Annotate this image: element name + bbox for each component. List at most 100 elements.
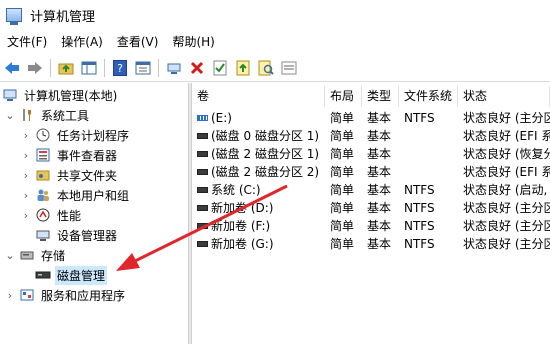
cell-layout: 简单 bbox=[325, 163, 362, 181]
chevron-right-icon[interactable]: › bbox=[20, 149, 32, 162]
tree-item-local-users[interactable]: › 本地用户和组 bbox=[20, 185, 131, 205]
cell-volume: 系统 (C:) bbox=[192, 181, 325, 199]
toolbar-separator bbox=[50, 58, 51, 77]
table-row[interactable]: 新加卷 (G:) 简单 基本 NTFS 状态良好 (主分区 bbox=[192, 235, 550, 253]
cell-status-text: 状态良好 (主分区 bbox=[463, 219, 550, 233]
connect-icon[interactable] bbox=[164, 58, 184, 78]
cell-filesystem bbox=[399, 163, 458, 181]
tree-item-performance[interactable]: › 性能 bbox=[20, 205, 83, 225]
chevron-down-icon[interactable]: ⌄ bbox=[4, 109, 16, 122]
menu-help[interactable]: 帮助(H) bbox=[165, 30, 221, 54]
disk-icon bbox=[197, 132, 208, 139]
tree-item-task-scheduler[interactable]: › 任务计划程序 bbox=[20, 125, 131, 145]
tree-item-disk-management[interactable]: 磁盘管理 bbox=[32, 265, 108, 285]
table-row[interactable]: (磁盘 0 磁盘分区 1) 简单 基本 状态良好 (EFI 系 bbox=[192, 127, 550, 145]
chevron-down-icon[interactable]: ⌄ bbox=[4, 249, 16, 262]
menu-view[interactable]: 查看(V) bbox=[110, 30, 166, 54]
tree-item-services-apps[interactable]: › 服务和应用程序 bbox=[4, 285, 127, 305]
cell-layout-text: 简单 bbox=[330, 147, 355, 161]
back-icon[interactable] bbox=[2, 58, 22, 78]
cell-status-text: 状态良好 (主分区 bbox=[463, 201, 550, 215]
properties-icon[interactable] bbox=[133, 58, 153, 78]
cell-volume: (磁盘 2 磁盘分区 1) bbox=[192, 145, 325, 163]
cell-status: 状态良好 (主分区) bbox=[458, 109, 550, 127]
import-icon[interactable] bbox=[233, 58, 253, 78]
column-header-filesystem[interactable]: 文件系统 bbox=[399, 86, 458, 107]
cell-status: 状态良好 (EFI 系 bbox=[458, 127, 550, 145]
cell-filesystem-text: NTFS bbox=[404, 183, 435, 197]
disk-icon bbox=[197, 168, 208, 175]
services-icon bbox=[19, 287, 35, 303]
table-row[interactable]: 新加卷 (F:) 简单 基本 NTFS 状态良好 (主分区 bbox=[192, 217, 550, 235]
column-header-layout[interactable]: 布局 bbox=[325, 86, 362, 107]
tree-item-shared-folders[interactable]: › 共享文件夹 bbox=[20, 165, 119, 185]
table-row[interactable]: (磁盘 2 磁盘分区 1) 简单 基本 状态良好 (恢复分 bbox=[192, 145, 550, 163]
tree-label-root: 计算机管理(本地) bbox=[24, 88, 118, 103]
cell-volume-text: (磁盘 2 磁盘分区 2) bbox=[211, 165, 320, 179]
performance-icon bbox=[35, 207, 51, 223]
cell-layout-text: 简单 bbox=[330, 129, 355, 143]
help-icon[interactable]: ? bbox=[110, 58, 130, 78]
tools-icon bbox=[19, 107, 35, 123]
cell-status-text: 状态良好 (启动, 页 bbox=[463, 183, 550, 197]
tree-item-event-viewer[interactable]: › 事件查看器 bbox=[20, 145, 119, 165]
tree-label-event-viewer: 事件查看器 bbox=[57, 148, 118, 163]
cell-type: 基本 bbox=[362, 145, 399, 163]
chevron-right-icon[interactable]: › bbox=[20, 169, 32, 182]
toolbar: ? bbox=[0, 54, 550, 82]
cell-layout: 简单 bbox=[325, 109, 362, 127]
show-tree-icon[interactable] bbox=[79, 58, 99, 78]
menu-bar: 文件(F) 操作(A) 查看(V) 帮助(H) bbox=[0, 30, 550, 54]
view-icon[interactable] bbox=[279, 58, 299, 78]
table-row[interactable]: 新加卷 (D:) 简单 基本 NTFS 状态良好 (主分区 bbox=[192, 199, 550, 217]
chevron-right-icon[interactable]: › bbox=[20, 209, 32, 222]
table-row[interactable]: (E:) 简单基本 NTFS 状态良好 (主分区) bbox=[192, 109, 550, 127]
tree-label-storage: 存储 bbox=[41, 248, 66, 263]
cell-layout-text: 简单 bbox=[330, 237, 355, 251]
cell-layout-text: 简单 bbox=[330, 183, 355, 197]
menu-action[interactable]: 操作(A) bbox=[54, 30, 110, 54]
cell-filesystem: NTFS bbox=[399, 181, 458, 199]
table-row[interactable]: (磁盘 2 磁盘分区 2) 简单 基本 状态良好 (EFI 系 bbox=[192, 163, 550, 181]
column-header-type[interactable]: 类型 bbox=[362, 86, 399, 107]
search-icon[interactable] bbox=[256, 58, 276, 78]
chevron-right-icon[interactable]: › bbox=[20, 129, 32, 142]
menu-file[interactable]: 文件(F) bbox=[0, 30, 54, 54]
cell-layout-text: 简单 bbox=[330, 111, 355, 125]
cell-type-text: 基本 bbox=[367, 219, 392, 233]
tree-item-root[interactable]: 计算机管理(本地) bbox=[2, 85, 119, 105]
up-folder-icon[interactable] bbox=[56, 58, 76, 78]
cell-status-text: 状态良好 (EFI 系 bbox=[463, 165, 550, 179]
tree-item-device-manager[interactable]: 设备管理器 bbox=[32, 225, 119, 245]
tree-label-shared-folders: 共享文件夹 bbox=[57, 168, 118, 183]
tree-label-device-manager: 设备管理器 bbox=[57, 228, 118, 243]
toolbar-separator bbox=[158, 58, 159, 77]
cell-status: 状态良好 (EFI 系 bbox=[458, 163, 550, 181]
cell-type-text: 基本 bbox=[367, 165, 392, 179]
cell-status: 状态良好 (启动, 页 bbox=[458, 181, 550, 199]
tree-item-storage[interactable]: ⌄ 存储 bbox=[4, 245, 67, 265]
cell-type: 基本 bbox=[362, 199, 399, 217]
column-header-status[interactable]: 状态 bbox=[458, 86, 550, 107]
cell-type-text: 基本 bbox=[367, 111, 392, 125]
forward-icon[interactable] bbox=[25, 58, 45, 78]
tree-item-system-tools[interactable]: ⌄ 系统工具 bbox=[4, 105, 91, 125]
cell-status-text: 状态良好 (恢复分 bbox=[463, 147, 550, 161]
chevron-right-icon[interactable]: › bbox=[20, 189, 32, 202]
cell-type-text: 基本 bbox=[367, 183, 392, 197]
cell-type: 基本 bbox=[362, 163, 399, 181]
column-header-volume[interactable]: 卷 bbox=[192, 86, 325, 107]
svg-text:?: ? bbox=[117, 62, 123, 75]
check-icon[interactable] bbox=[210, 58, 230, 78]
cell-filesystem: NTFS bbox=[399, 199, 458, 217]
disk-icon bbox=[197, 240, 208, 247]
clock-icon bbox=[35, 127, 51, 143]
delete-icon[interactable] bbox=[187, 58, 207, 78]
chevron-right-icon[interactable]: › bbox=[4, 289, 16, 302]
table-row[interactable]: 系统 (C:) 简单基本 NTFS 状态良好 (启动, 页 bbox=[192, 181, 550, 199]
striped-disk-icon bbox=[197, 114, 208, 121]
cell-volume-text: 新加卷 (G:) bbox=[211, 237, 274, 251]
cell-filesystem bbox=[399, 145, 458, 163]
cell-layout-text: 简单 bbox=[330, 201, 355, 215]
computer-management-icon bbox=[6, 8, 22, 25]
